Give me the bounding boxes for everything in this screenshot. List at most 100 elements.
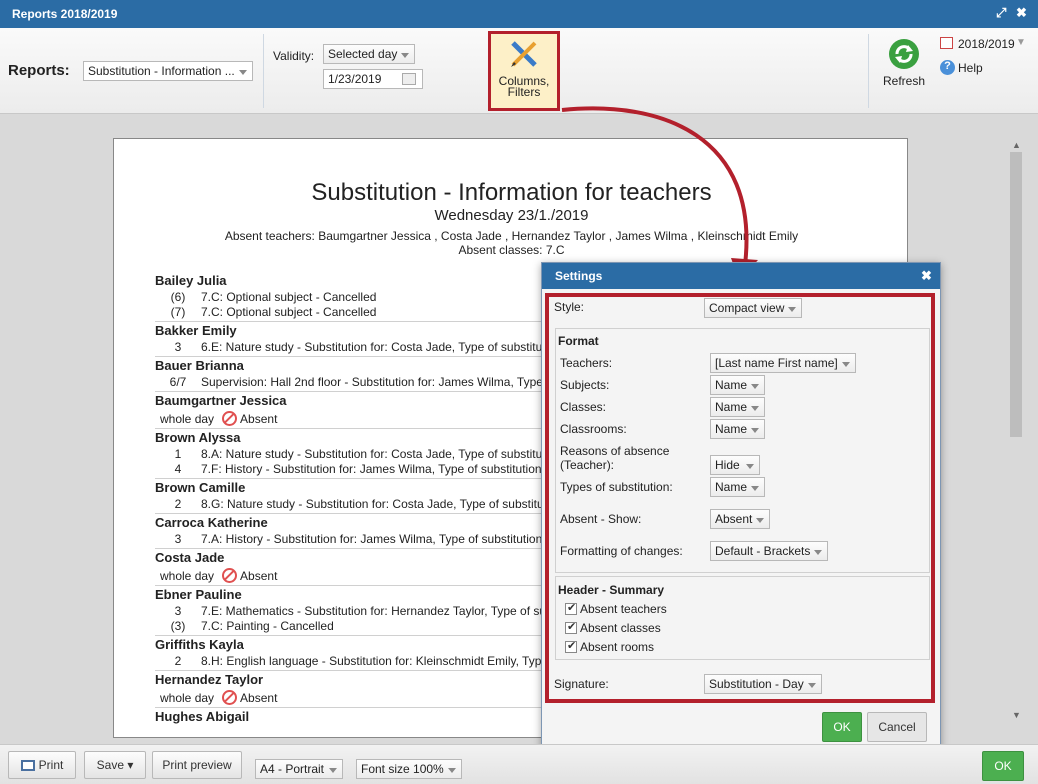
absent-rooms-checkbox[interactable] <box>565 639 577 653</box>
period: 2 <box>174 497 182 511</box>
classrooms-label: Classrooms: <box>560 422 627 436</box>
classes-select[interactable]: Name <box>710 397 765 417</box>
ok-button[interactable]: OK <box>982 751 1024 781</box>
subjects-select[interactable]: Name <box>710 375 765 395</box>
date-input[interactable]: 1/23/2019 <box>323 69 423 89</box>
absent-classes-checkbox[interactable] <box>565 620 577 634</box>
print-label: Print <box>38 758 64 772</box>
list-item: whole day Absent <box>160 568 277 583</box>
refresh-icon <box>889 39 919 69</box>
list-item: 3 7.A: History - Substitution for: James … <box>155 532 543 546</box>
teacher-name: Costa Jade <box>155 550 225 565</box>
teacher-name: Hernandez Taylor <box>155 672 264 687</box>
validity-label: Validity: <box>273 49 315 63</box>
close-icon[interactable]: ✖ <box>1016 5 1027 21</box>
absent-teachers-label: Absent teachers <box>580 602 667 616</box>
save-button[interactable]: Save ▾ <box>84 751 146 779</box>
scroll-down-icon[interactable]: ▼ <box>1012 710 1021 720</box>
period: 3 <box>174 532 182 546</box>
refresh-label: Refresh <box>883 74 926 88</box>
period: (3) <box>170 619 186 633</box>
formatting-select[interactable]: Default - Brackets <box>710 541 828 561</box>
maximize-icon[interactable]: ⤢ <box>996 5 1006 21</box>
vertical-scrollbar[interactable]: ▲ ▼ <box>1010 140 1022 720</box>
absence-day: whole day <box>160 412 215 426</box>
list-item: 2 8.G: Nature study - Substitution for: C… <box>155 497 544 511</box>
close-icon[interactable]: ✖ <box>921 268 932 284</box>
teacher-name: Bauer Brianna <box>155 358 244 373</box>
absence-day: whole day <box>160 569 215 583</box>
style-select[interactable]: Compact view <box>704 298 802 318</box>
chevron-down-icon: ▼ <box>1016 37 1026 48</box>
calendar-icon[interactable] <box>402 73 416 85</box>
substitution-text: 7.E: Mathematics - Substitution for: Her… <box>201 604 547 618</box>
period: 3 <box>174 340 182 354</box>
font-size-select[interactable]: Font size 100% <box>356 759 462 779</box>
scroll-up-icon[interactable]: ▲ <box>1012 140 1021 150</box>
absent-teachers-checkbox[interactable] <box>565 601 577 615</box>
print-button[interactable]: Print <box>8 751 76 779</box>
window-title: Reports 2018/2019 <box>12 7 118 21</box>
scrollbar-thumb[interactable] <box>1010 152 1022 437</box>
list-item: 3 6.E: Nature study - Substitution for: C… <box>155 340 543 354</box>
list-item: 3 7.E: Mathematics - Substitution for: He… <box>155 604 546 618</box>
ok-button[interactable]: OK <box>822 712 862 742</box>
signature-label: Signature: <box>554 677 609 691</box>
teacher-name: Baumgartner Jessica <box>155 393 287 408</box>
list-item: 1 8.A: Nature study - Substitution for: C… <box>155 447 543 461</box>
substitution-text: 7.C: Optional subject - Cancelled <box>201 290 377 304</box>
list-item: (6) 7.C: Optional subject - Cancelled <box>155 290 377 304</box>
substitution-text: Supervision: Hall 2nd floor - Substituti… <box>201 375 543 389</box>
teachers-select[interactable]: [Last name First name] <box>710 353 856 373</box>
list-item: (3) 7.C: Painting - Cancelled <box>155 619 334 633</box>
validity-select[interactable]: Selected day <box>323 44 415 64</box>
absent-show-select[interactable]: Absent <box>710 509 770 529</box>
reasons-label: Reasons of absence <box>560 444 670 458</box>
absent-icon <box>222 411 238 426</box>
absent-rooms-label: Absent rooms <box>580 640 655 654</box>
refresh-button[interactable]: Refresh <box>880 36 930 96</box>
substitution-text: 8.A: Nature study - Substitution for: Co… <box>201 447 543 461</box>
substitution-text: 8.G: Nature study - Substitution for: Co… <box>201 497 544 511</box>
list-item: 4 7.F: History - Substitution for: James … <box>155 462 542 476</box>
teacher-name: Bakker Emily <box>155 323 237 338</box>
paper-select[interactable]: A4 - Portrait <box>255 759 343 779</box>
reports-label: Reports: <box>8 62 70 79</box>
period: 6/7 <box>169 375 187 389</box>
year-select[interactable]: 2018/2019 ▼ <box>940 36 1026 52</box>
list-item: whole day Absent <box>160 690 277 705</box>
reasons-select[interactable]: Hide <box>710 455 760 475</box>
teacher-name: Griffiths Kayla <box>155 637 244 652</box>
teachers-label: Teachers: <box>560 356 613 370</box>
absent-classes-line: Absent classes: 7.C <box>458 243 565 257</box>
types-select[interactable]: Name <box>710 477 765 497</box>
classrooms-select[interactable]: Name <box>710 419 765 439</box>
absence-label: Absent <box>240 569 278 583</box>
report-date: Wednesday 23/1./2019 <box>434 207 589 224</box>
format-header: Format <box>558 334 599 348</box>
period: 1 <box>174 447 182 461</box>
teacher-name: Brown Alyssa <box>155 430 241 445</box>
absent-icon <box>222 690 238 705</box>
printer-icon <box>20 760 35 771</box>
substitution-text: 7.F: History - Substitution for: James W… <box>201 462 542 476</box>
dialog-titlebar: Settings ✖ <box>542 263 940 289</box>
period: (7) <box>170 305 186 319</box>
print-preview-button[interactable]: Print preview <box>152 751 242 779</box>
list-item: (7) 7.C: Optional subject - Cancelled <box>155 305 377 319</box>
divider <box>868 34 869 108</box>
format-group: Format Teachers: [Last name First name] … <box>555 328 930 573</box>
settings-dialog: Settings ✖ Style: Compact view Format Te… <box>541 262 941 750</box>
help-button[interactable]: ? Help <box>940 60 1000 76</box>
period: 4 <box>174 462 182 476</box>
absent-classes-label: Absent classes <box>580 621 661 635</box>
substitution-text: 7.C: Optional subject - Cancelled <box>201 305 377 319</box>
absent-show-label: Absent - Show: <box>560 512 642 526</box>
report-select[interactable]: Substitution - Information ... <box>83 61 253 81</box>
help-icon: ? <box>940 60 955 75</box>
reasons-label-2: (Teacher): <box>560 458 615 472</box>
teacher-name: Ebner Pauline <box>155 587 242 602</box>
cancel-button[interactable]: Cancel <box>867 712 927 742</box>
teacher-name: Brown Camille <box>155 480 246 495</box>
signature-select[interactable]: Substitution - Day <box>704 674 822 694</box>
